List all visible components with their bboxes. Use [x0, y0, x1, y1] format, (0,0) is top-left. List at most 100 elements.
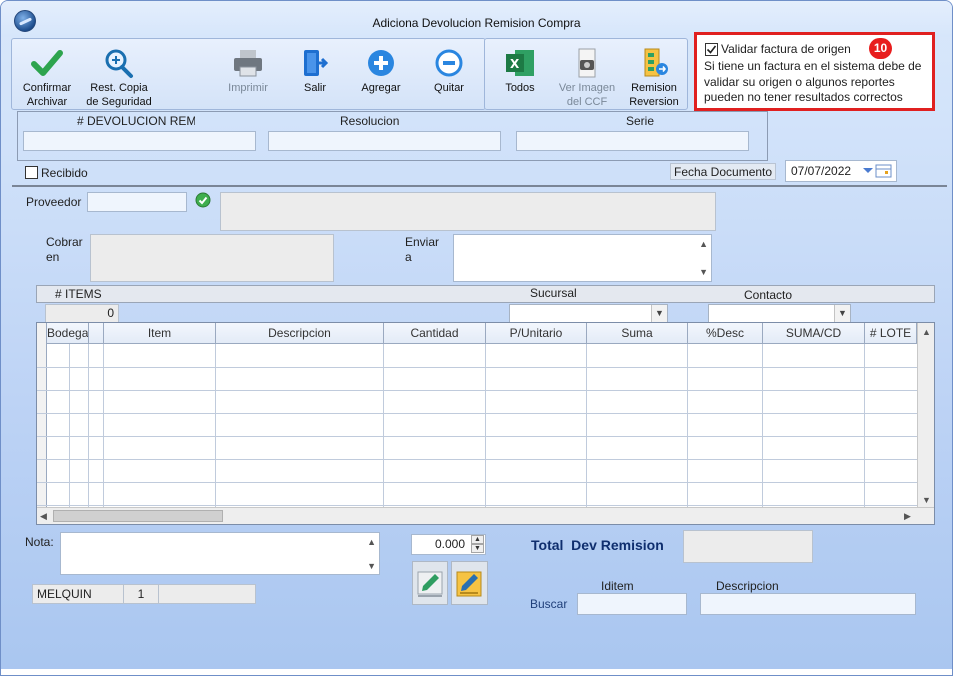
spin-up-icon[interactable]: ▲: [471, 535, 484, 544]
col-item[interactable]: Item: [104, 323, 216, 344]
table-row: [37, 390, 917, 391]
cobrar-en-field: [90, 234, 334, 282]
ver-imagen-button[interactable]: Ver Imagen del CCF: [552, 47, 622, 109]
agregar-button[interactable]: Agregar: [346, 47, 416, 95]
validar-origen-checkbox[interactable]: [705, 43, 718, 56]
col-bodega[interactable]: Bodega: [47, 323, 89, 344]
rest-copia-label: Rest. Copia de Seguridad: [86, 82, 152, 108]
scroll-down-icon[interactable]: ▼: [699, 267, 708, 277]
user-name: MELQUIN: [37, 587, 92, 601]
contacto-dropdown[interactable]: ▼: [708, 304, 851, 323]
scroll-down-icon[interactable]: ▼: [922, 495, 931, 505]
edit-note-button[interactable]: [412, 561, 448, 605]
proveedor-validate-icon[interactable]: [195, 192, 211, 208]
pencil-note-yellow-icon: [456, 571, 482, 597]
nota-textarea[interactable]: ▲ ▼: [60, 532, 380, 575]
printer-icon: [231, 47, 265, 79]
toolbar-main: Confirmar Archivar Rest. Copia de Seguri…: [11, 38, 486, 110]
proveedor-label: Proveedor: [26, 195, 82, 209]
items-bar: [36, 285, 935, 303]
user-field: MELQUIN: [32, 584, 124, 604]
toolbar-secondary: X Todos Ver Imagen del CCF Remision Reve…: [484, 38, 688, 110]
imprimir-button[interactable]: Imprimir: [213, 47, 283, 95]
document-arrow-icon: [637, 47, 671, 79]
devolucion-input[interactable]: [23, 131, 256, 151]
grid-vertical-scrollbar[interactable]: ▲ ▼: [917, 323, 934, 509]
table-row: [37, 436, 917, 437]
items-count-field: 0: [45, 304, 119, 323]
enviar-label: Enviar a: [405, 235, 440, 264]
items-grid[interactable]: Bodega Item Descripcion Cantidad P/Unita…: [36, 322, 935, 525]
camera-document-icon: [570, 47, 604, 79]
app-window: Adiciona Devolucion Remision Compra Conf…: [0, 0, 953, 676]
col-suma[interactable]: Suma: [587, 323, 688, 344]
serie-label: Serie: [626, 114, 655, 128]
total-dev-remision-label: Total Dev Remision: [531, 537, 664, 553]
window-title: Adiciona Devolucion Remision Compra: [372, 16, 581, 30]
col-cantidad[interactable]: Cantidad: [384, 323, 486, 344]
sucursal-dropdown[interactable]: ▼: [509, 304, 668, 323]
check-icon: [706, 45, 717, 54]
exit-door-icon: [298, 47, 332, 79]
step-badge: 10: [869, 38, 892, 59]
items-count-value: 0: [107, 306, 114, 320]
col-desc[interactable]: %Desc: [688, 323, 763, 344]
spin-down-icon[interactable]: ▼: [471, 544, 484, 553]
scroll-left-icon[interactable]: ◀: [40, 511, 47, 521]
resolucion-input[interactable]: [268, 131, 501, 151]
enviar-a-textarea[interactable]: ▲ ▼: [453, 234, 712, 282]
iditem-search-input[interactable]: [577, 593, 687, 615]
scroll-up-icon[interactable]: ▲: [699, 239, 708, 249]
recibido-checkbox[interactable]: [25, 166, 38, 179]
col-descripcion[interactable]: Descripcion: [216, 323, 384, 344]
grid-header: Bodega Item Descripcion Cantidad P/Unita…: [37, 323, 917, 344]
col-punitario[interactable]: P/Unitario: [486, 323, 587, 344]
remision-reversion-label: Remision Reversion: [629, 82, 679, 108]
magnifier-plus-icon: [102, 47, 136, 79]
col-lote[interactable]: # LOTE: [865, 323, 917, 344]
scroll-right-icon[interactable]: ▶: [904, 511, 911, 521]
table-row: [37, 505, 917, 506]
serie-input[interactable]: [516, 131, 749, 151]
plus-circle-icon: [364, 47, 398, 79]
edit-note-active-button[interactable]: [451, 561, 488, 605]
col-suma-cd[interactable]: SUMA/CD: [763, 323, 865, 344]
calendar-dropdown-icon[interactable]: [862, 163, 894, 179]
svg-text:X: X: [510, 57, 520, 71]
descripcion-search-input[interactable]: [700, 593, 916, 615]
scroll-thumb[interactable]: [53, 510, 223, 522]
proveedor-code-input[interactable]: [87, 192, 187, 212]
grid-horizontal-scrollbar[interactable]: ◀ ▶: [37, 507, 934, 524]
user-extra-field: [158, 584, 256, 604]
cobrar-label: Cobrar en: [46, 235, 83, 264]
salir-label: Salir: [303, 82, 326, 94]
todos-button[interactable]: X Todos: [485, 47, 555, 95]
validar-origen-label: Validar factura de origen: [721, 42, 851, 56]
scroll-up-icon[interactable]: ▲: [367, 537, 376, 547]
nota-label: Nota:: [25, 535, 54, 549]
total-field: [683, 530, 813, 563]
remision-reversion-button[interactable]: Remision Reversion: [619, 47, 689, 109]
salir-button[interactable]: Salir: [280, 47, 350, 95]
user-number-field: 1: [123, 584, 159, 604]
table-row: [37, 367, 917, 368]
fecha-value: 07/07/2022: [791, 164, 852, 178]
table-row: [37, 413, 917, 414]
sucursal-label: Sucursal: [530, 286, 577, 300]
chevron-down-icon: ▼: [651, 305, 667, 322]
proveedor-name-field: [220, 192, 716, 231]
recibido-label: Recibido: [41, 166, 88, 180]
table-row: [37, 459, 917, 460]
checkmark-icon: [30, 47, 64, 79]
bottom-status-band: [1, 669, 952, 675]
chevron-down-icon: ▼: [834, 305, 850, 322]
table-row: [37, 482, 917, 483]
confirmar-archivar-button[interactable]: Confirmar Archivar: [12, 47, 82, 109]
quitar-button[interactable]: Quitar: [414, 47, 484, 95]
validar-origen-note: Si tiene un factura en el sistema debe d…: [704, 59, 922, 104]
scroll-up-icon[interactable]: ▲: [922, 327, 931, 337]
scroll-down-icon[interactable]: ▼: [367, 561, 376, 571]
ver-imagen-label: Ver Imagen del CCF: [558, 82, 616, 108]
rest-copia-button[interactable]: Rest. Copia de Seguridad: [79, 47, 159, 109]
fecha-documento-picker[interactable]: 07/07/2022: [785, 160, 897, 182]
